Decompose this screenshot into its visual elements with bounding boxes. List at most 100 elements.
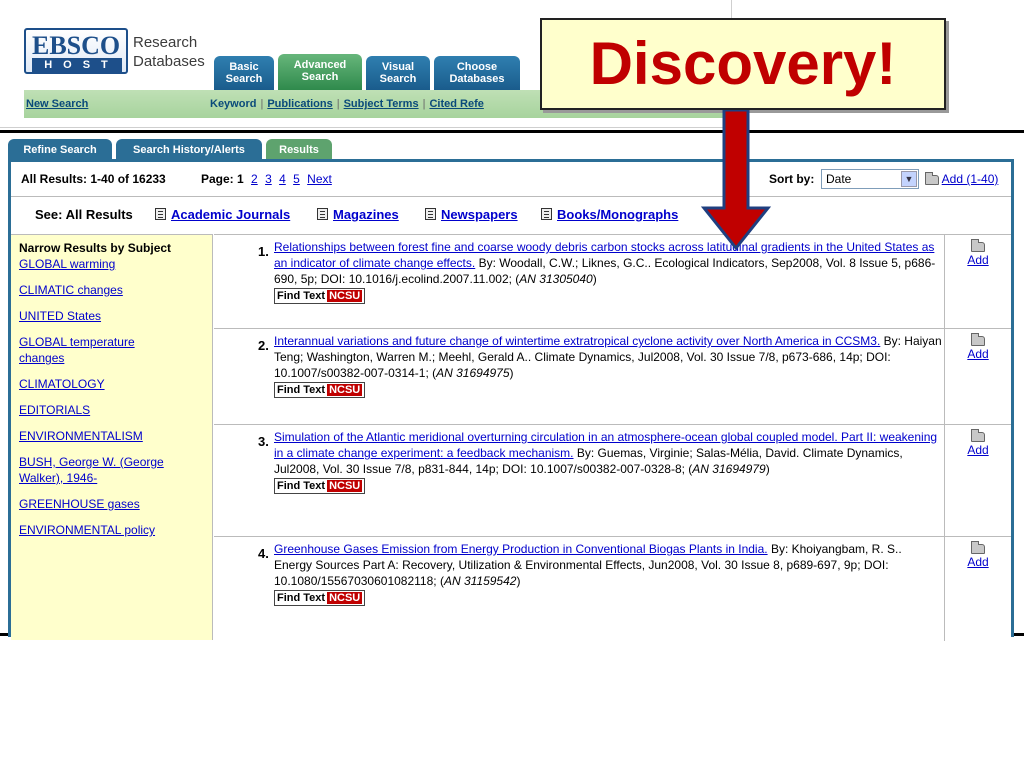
subject-link[interactable]: CLIMATOLOGY bbox=[19, 376, 204, 392]
newspapers-link[interactable]: Newspapers bbox=[441, 207, 518, 222]
tab-visual-line2: Search bbox=[379, 73, 417, 85]
product-line-2: Databases bbox=[133, 53, 205, 70]
page-link-4[interactable]: 4 bbox=[279, 172, 286, 186]
ncsu-logo: NCSU bbox=[327, 384, 363, 396]
product-line-1: Research bbox=[133, 34, 198, 51]
find-text-label: Find Text bbox=[277, 592, 326, 604]
page-link-5[interactable]: 5 bbox=[293, 172, 300, 186]
page-link-2[interactable]: 2 bbox=[251, 172, 258, 186]
subject-terms-link[interactable]: Subject Terms bbox=[344, 98, 419, 110]
tab-results[interactable]: Results bbox=[266, 139, 332, 161]
citation-end: ) bbox=[509, 366, 514, 380]
filter-magazines[interactable]: Magazines bbox=[317, 197, 399, 233]
subject-link[interactable]: GLOBAL warming bbox=[19, 256, 204, 272]
filter-academic-journals[interactable]: Academic Journals bbox=[155, 197, 290, 233]
ncsu-logo: NCSU bbox=[327, 592, 363, 604]
add-to-folder-link[interactable]: Add bbox=[967, 443, 988, 457]
newspaper-icon bbox=[425, 208, 436, 220]
logo-host-text: HOST bbox=[32, 58, 122, 72]
subject-link[interactable]: GLOBAL temperature changes bbox=[19, 334, 169, 366]
subject-link[interactable]: UNITED States bbox=[19, 308, 204, 324]
find-text-label: Find Text bbox=[277, 384, 326, 396]
logo-ebsco-text: EBSCO bbox=[32, 31, 121, 60]
find-text-button[interactable]: Find Text NCSU bbox=[274, 382, 366, 398]
add-to-folder-link[interactable]: Add bbox=[967, 347, 988, 361]
add-to-folder-link[interactable]: Add bbox=[967, 253, 988, 267]
tab-advanced-line2: Search bbox=[301, 71, 339, 83]
book-icon bbox=[541, 208, 552, 220]
filter-newspapers[interactable]: Newspapers bbox=[425, 197, 518, 233]
record-title-link[interactable]: Greenhouse Gases Emission from Energy Pr… bbox=[274, 542, 768, 556]
filter-books[interactable]: Books/Monographs bbox=[541, 197, 678, 233]
accession-number: AN 31305040 bbox=[519, 272, 593, 286]
record-number: 2. bbox=[258, 338, 269, 353]
next-page-link[interactable]: Next bbox=[307, 172, 332, 186]
magazines-link[interactable]: Magazines bbox=[333, 207, 399, 222]
tab-basic-search[interactable]: Basic Search bbox=[214, 56, 274, 90]
find-text-button[interactable]: Find Text NCSU bbox=[274, 590, 366, 606]
subject-link[interactable]: BUSH, George W. (George Walker), 1946- bbox=[19, 454, 189, 486]
tab-basic-line1: Basic bbox=[229, 61, 259, 73]
find-text-label: Find Text bbox=[277, 290, 326, 302]
source-type-filter: See: All Results Academic Journals Magaz… bbox=[11, 196, 1011, 232]
folder-icon[interactable] bbox=[971, 428, 985, 442]
folder-icon[interactable] bbox=[971, 540, 985, 554]
record-body: Simulation of the Atlantic meridional ov… bbox=[274, 429, 942, 494]
tab-refine-search[interactable]: Refine Search bbox=[8, 139, 112, 161]
magazine-icon bbox=[317, 208, 328, 220]
accession-number: AN 31159542 bbox=[443, 574, 517, 588]
tab-visual-search[interactable]: Visual Search bbox=[366, 56, 430, 90]
results-panel: All Results: 1-40 of 16233 Page: 1 2 3 4… bbox=[8, 159, 1014, 641]
tab-choose-line2: Databases bbox=[449, 73, 505, 85]
pager: Page: 1 2 3 4 5 Next bbox=[201, 162, 336, 196]
find-text-button[interactable]: Find Text NCSU bbox=[274, 478, 366, 494]
page-link-3[interactable]: 3 bbox=[265, 172, 272, 186]
ncsu-logo: NCSU bbox=[327, 290, 363, 302]
subject-link[interactable]: GREENHOUSE gases bbox=[19, 496, 204, 512]
folder-icon bbox=[925, 171, 939, 185]
find-text-button[interactable]: Find Text NCSU bbox=[274, 288, 366, 304]
add-all-link[interactable]: Add (1-40) bbox=[942, 172, 999, 186]
keyword-link[interactable]: Keyword bbox=[210, 98, 256, 110]
chevron-down-icon[interactable]: ▼ bbox=[901, 171, 917, 187]
new-search-link[interactable]: New Search bbox=[26, 90, 88, 118]
subject-link[interactable]: ENVIRONMENTAL policy bbox=[19, 522, 204, 538]
tab-search-history[interactable]: Search History/Alerts bbox=[116, 139, 262, 161]
find-text-label: Find Text bbox=[277, 480, 326, 492]
subject-link[interactable]: EDITORIALS bbox=[19, 402, 204, 418]
add-all-control[interactable]: Add (1-40) bbox=[925, 162, 998, 196]
header-links: Keyword | Publications | Subject Terms | Cited… bbox=[210, 98, 484, 110]
books-monographs-link[interactable]: Books/Monographs bbox=[557, 207, 678, 222]
record-add-cell: Add bbox=[944, 537, 1011, 641]
record-title-link[interactable]: Interannual variations and future change… bbox=[274, 334, 880, 348]
tab-choose-databases[interactable]: Choose Databases bbox=[434, 56, 520, 90]
accession-number: AN 31694979 bbox=[692, 462, 766, 476]
tab-visual-line1: Visual bbox=[381, 61, 415, 73]
folder-icon[interactable] bbox=[971, 332, 985, 346]
results-list: 1. Relationships between forest fine and… bbox=[214, 234, 1011, 641]
sort-value: Date bbox=[826, 172, 852, 186]
record-body: Relationships between forest fine and co… bbox=[274, 239, 942, 304]
subject-link[interactable]: CLIMATIC changes bbox=[19, 282, 204, 298]
see-all-results: See: All Results bbox=[35, 207, 133, 222]
cited-references-link[interactable]: Cited Refe bbox=[429, 98, 483, 110]
subject-link[interactable]: ENVIRONMENTALISM bbox=[19, 428, 204, 444]
ncsu-logo: NCSU bbox=[327, 480, 363, 492]
citation-end: ) bbox=[592, 272, 597, 286]
discovery-callout: Discovery! bbox=[540, 18, 946, 110]
sort-select[interactable]: Date ▼ bbox=[821, 169, 919, 189]
tab-choose-line1: Choose bbox=[456, 61, 498, 73]
record-add-cell: Add bbox=[944, 425, 1011, 536]
result-record: 4. Greenhouse Gases Emission from Energy… bbox=[214, 537, 1011, 641]
publications-link[interactable]: Publications bbox=[267, 98, 332, 110]
academic-journals-link[interactable]: Academic Journals bbox=[171, 207, 290, 222]
accession-number: AN 31694975 bbox=[436, 366, 510, 380]
folder-icon[interactable] bbox=[971, 238, 985, 252]
narrow-results-panel: Narrow Results by Subject GLOBAL warming… bbox=[11, 234, 213, 640]
tab-basic-line2: Search bbox=[225, 73, 263, 85]
results-toolbar: All Results: 1-40 of 16233 Page: 1 2 3 4… bbox=[11, 162, 1011, 196]
add-to-folder-link[interactable]: Add bbox=[967, 555, 988, 569]
ebsco-logo[interactable]: EBSCO HOST bbox=[24, 28, 128, 74]
record-add-cell: Add bbox=[944, 329, 1011, 424]
tab-advanced-search[interactable]: Advanced Search bbox=[278, 54, 362, 90]
